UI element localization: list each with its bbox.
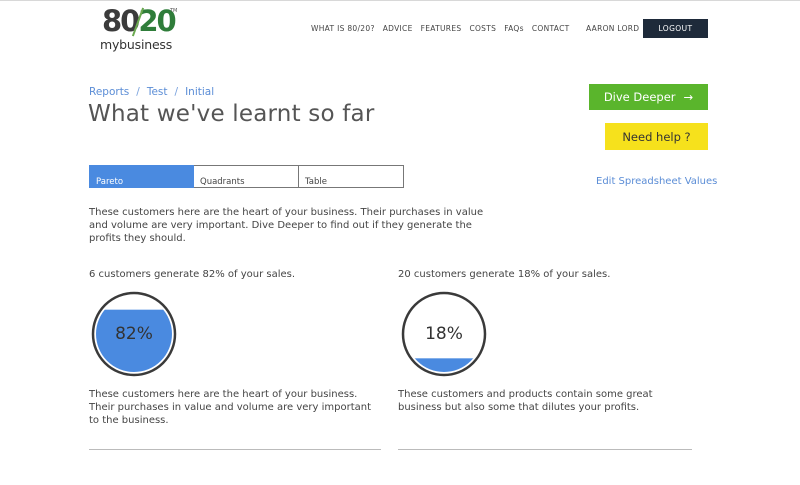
breadcrumb-item-reports[interactable]: Reports (89, 86, 129, 98)
nav-item-costs[interactable]: COSTS (469, 24, 496, 33)
stat-other-customers: 20 customers generate 18% of your sales. (398, 269, 611, 280)
breadcrumb-item-initial[interactable]: Initial (185, 86, 214, 98)
panel-description: These customers and products contain som… (398, 389, 653, 413)
need-help-button[interactable]: Need help ? (605, 123, 708, 150)
nav-item-what-is[interactable]: WHAT IS 80/20? (311, 24, 375, 33)
nav-item-faqs[interactable]: FAQs (504, 24, 524, 33)
breadcrumb-separator: / (174, 86, 179, 98)
dive-deeper-button[interactable]: Dive Deeper → (589, 84, 708, 110)
logout-button[interactable]: LOGOUT (643, 19, 708, 38)
gauge-svg: 82% (91, 291, 177, 377)
stat-top-customers: 6 customers generate 82% of your sales. (89, 269, 296, 280)
tab-table[interactable]: Table (299, 165, 404, 188)
breadcrumb: Reports / Test / Initial (89, 86, 214, 98)
breadcrumb-item-test[interactable]: Test (147, 86, 168, 98)
logo-trademark: TM (170, 8, 178, 14)
panel-divider (398, 449, 692, 450)
panel-description: These customers here are the heart of yo… (89, 389, 371, 426)
report-tabs: Pareto Quadrants Table (89, 165, 404, 188)
intro-text: These customers here are the heart of yo… (89, 207, 484, 244)
logo-subtitle: mybusiness (100, 37, 173, 52)
main-nav: WHAT IS 80/20? ADVICE FEATURES COSTS FAQ… (311, 24, 570, 33)
tab-pareto[interactable]: Pareto (89, 165, 194, 188)
nav-item-contact[interactable]: CONTACT (532, 24, 570, 33)
user-name[interactable]: AARON LORD (586, 24, 639, 33)
panel-divider (89, 449, 381, 450)
edit-spreadsheet-link[interactable]: Edit Spreadsheet Values (596, 176, 717, 187)
nav-item-features[interactable]: FEATURES (421, 24, 462, 33)
page-title: What we've learnt so far (88, 101, 375, 127)
dive-deeper-label: Dive Deeper (603, 90, 676, 104)
logo[interactable]: 8020 TM mybusiness (100, 4, 185, 54)
tab-quadrants[interactable]: Quadrants (194, 165, 299, 188)
nav-item-advice[interactable]: ADVICE (383, 24, 413, 33)
arrow-right-icon: → (683, 90, 694, 104)
gauge-svg: 18% (401, 291, 487, 377)
gauge-top-customers: 82% (91, 291, 177, 377)
gauge-other-customers: 18% (401, 291, 487, 377)
top-divider (0, 0, 800, 1)
gauge-percent-label: 82% (115, 324, 153, 344)
gauge-percent-label: 18% (425, 324, 463, 344)
breadcrumb-separator: / (136, 86, 140, 98)
